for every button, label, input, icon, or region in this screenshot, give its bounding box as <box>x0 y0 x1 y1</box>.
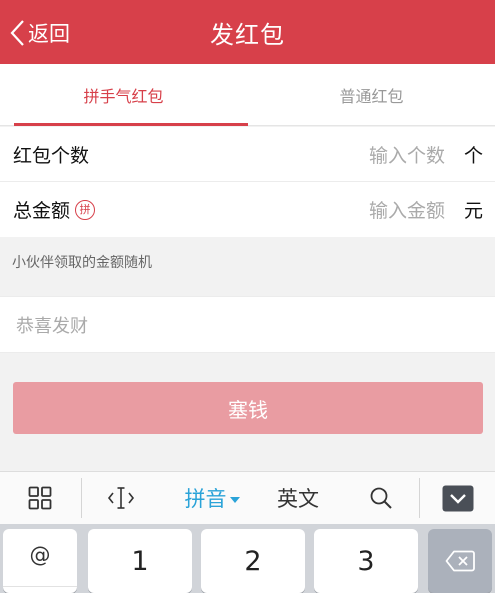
page-title: 发红包 <box>210 21 285 49</box>
pinyin-label: 拼音 <box>184 487 227 511</box>
greeting-field[interactable]: 恭喜发财 <box>0 296 495 353</box>
amount-label-group: 总金额 拼 <box>13 196 96 223</box>
search-icon[interactable] <box>345 472 417 524</box>
english-label: 英文 <box>277 487 319 511</box>
key-3[interactable]: 3 <box>314 529 418 593</box>
random-amount-hint: 小伙伴领取的金额随机 <box>12 255 152 271</box>
tab-bar: 拼手气红包 普通红包 <box>0 64 495 126</box>
backspace-icon[interactable] <box>428 529 492 593</box>
lucky-badge-icon: 拼 <box>75 199 96 220</box>
tab-normal-packet[interactable]: 普通红包 <box>248 64 495 126</box>
packet-form: 红包个数 输入个数 个 总金额 拼 输入金额 元 <box>0 127 495 237</box>
symbol-key[interactable]: @ <box>3 529 77 593</box>
count-input[interactable]: 输入个数 <box>369 141 445 168</box>
hide-keyboard-icon[interactable] <box>420 472 495 524</box>
english-mode-button[interactable]: 英文 <box>258 472 338 524</box>
dropdown-caret-icon <box>229 497 240 503</box>
count-unit: 个 <box>463 144 483 167</box>
symbol-key-label: @ <box>29 543 51 567</box>
amount-unit: 元 <box>463 200 483 222</box>
amount-row: 总金额 拼 输入金额 元 <box>0 182 495 237</box>
amount-input[interactable]: 输入金额 <box>369 196 445 223</box>
symbol-key-divider <box>3 586 77 587</box>
key-1[interactable]: 1 <box>88 529 192 593</box>
amount-label: 总金额 <box>13 200 71 222</box>
send-money-button[interactable]: 塞钱 <box>13 382 483 434</box>
keyboard-toolbar: 拼音 英文 <box>0 471 495 524</box>
active-tab-indicator <box>14 123 248 126</box>
keyboard: @ 1 2 3 <box>0 524 495 593</box>
tab-lucky-packet[interactable]: 拼手气红包 <box>0 64 247 126</box>
grid-icon[interactable] <box>0 472 80 524</box>
greeting-placeholder: 恭喜发财 <box>16 315 88 337</box>
count-label: 红包个数 <box>13 144 90 167</box>
count-row: 红包个数 输入个数 个 <box>0 127 495 182</box>
key-2[interactable]: 2 <box>201 529 305 593</box>
pinyin-mode-button[interactable]: 拼音 <box>172 472 252 524</box>
nav-bar: 返回 发红包 <box>0 0 495 64</box>
cursor-move-icon[interactable] <box>82 472 160 524</box>
